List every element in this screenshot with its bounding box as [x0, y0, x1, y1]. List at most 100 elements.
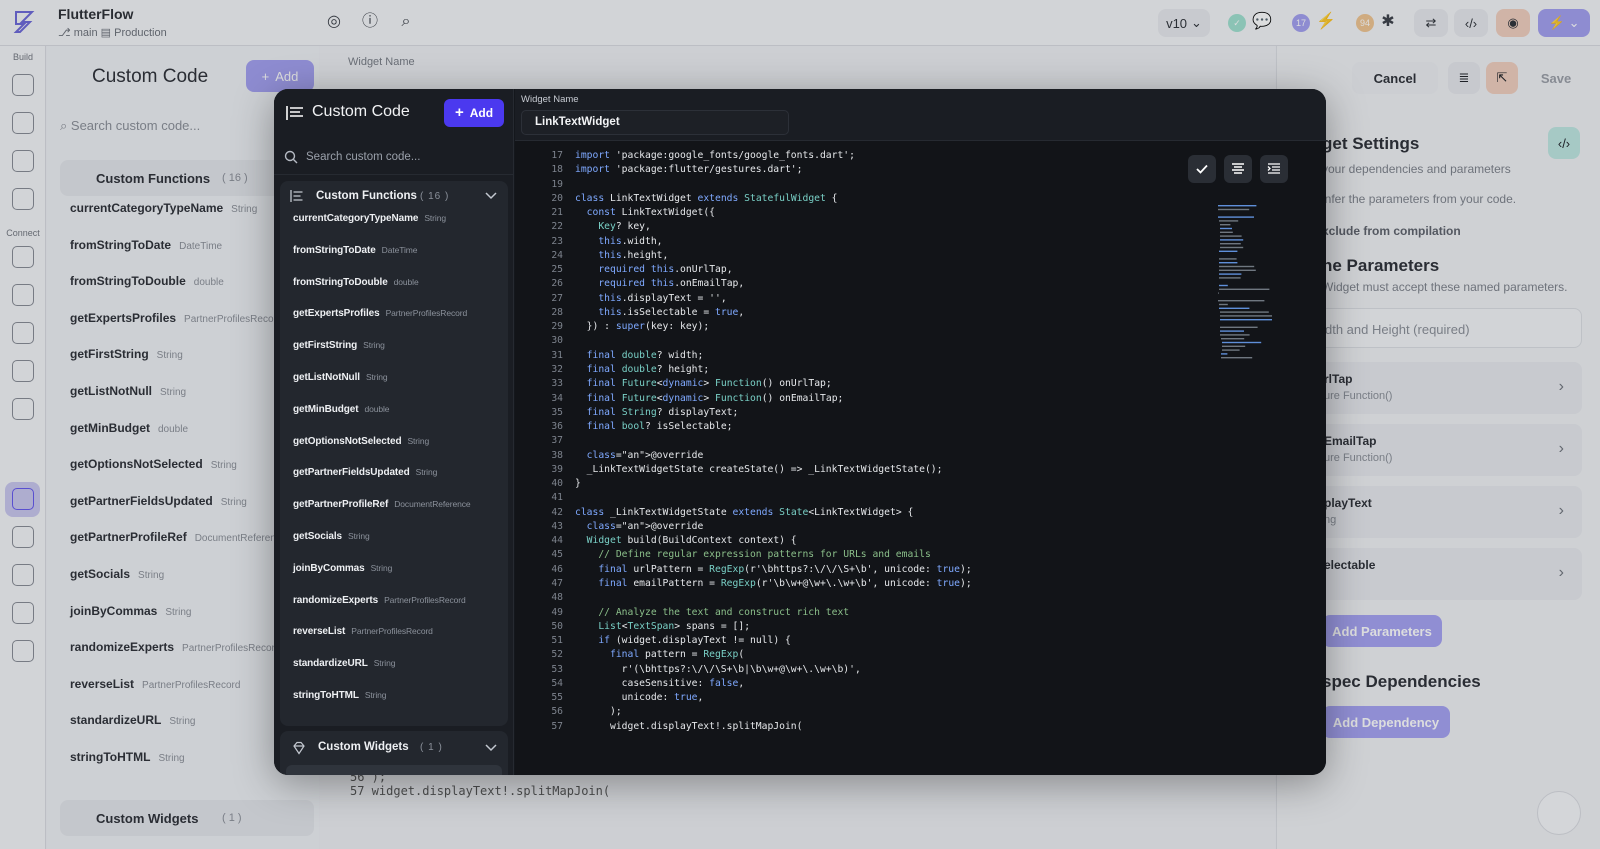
minimap-line: [1219, 262, 1238, 264]
code-line: final Future<dynamic> Function() onUrlTa…: [586, 378, 832, 390]
code-line: this.displayText = '',: [598, 292, 727, 304]
minimap-line: [1220, 224, 1231, 226]
code-line: final emailPattern = RegExp(r'\b\w+@\w+\…: [598, 577, 972, 589]
function-name: stringToHTML: [293, 690, 359, 701]
line-number: 43: [551, 520, 563, 532]
function-name: getExpertsProfiles: [293, 308, 380, 320]
modal-sidebar: Custom Code + Add Search custom code... …: [274, 89, 514, 775]
minimap-line: [1220, 227, 1232, 230]
function-list-item[interactable]: getListNotNull String: [293, 372, 388, 383]
code-line: final double? width;: [586, 349, 704, 361]
minimap-line: [1220, 311, 1269, 313]
function-list-item[interactable]: getSocials String: [293, 531, 370, 542]
widget-list-item-selected[interactable]: [286, 765, 502, 775]
function-list-item[interactable]: getPartnerProfileRef DocumentReference: [293, 499, 471, 510]
function-list-item[interactable]: getFirstString String: [293, 340, 385, 351]
line-number: 40: [551, 478, 563, 490]
function-return-type: String: [365, 372, 388, 382]
function-name: randomizeExperts: [293, 594, 379, 606]
function-list-item[interactable]: fromStringToDouble double: [293, 277, 419, 288]
code-line: final pattern = RegExp(: [610, 649, 745, 661]
code-line: final bool? isSelectable;: [586, 421, 733, 433]
code-content[interactable]: import 'package:google_fonts/google_font…: [575, 149, 1255, 734]
line-number: 36: [551, 421, 563, 433]
chevron-down-icon: [485, 744, 497, 752]
function-return-type: double: [393, 276, 419, 287]
function-list-item[interactable]: getExpertsProfiles PartnerProfilesRecord: [293, 308, 467, 319]
line-number: 30: [551, 335, 563, 347]
minimap-line: [1220, 326, 1258, 328]
diamond-icon: [293, 741, 305, 755]
function-list-item[interactable]: standardizeURL String: [293, 658, 395, 669]
minimap-line: [1219, 250, 1238, 252]
add-button[interactable]: + Add: [444, 99, 504, 127]
custom-functions-header[interactable]: Custom Functions ( 16 ): [280, 181, 508, 211]
check-icon: [1196, 164, 1208, 174]
code-line: _LinkTextWidgetState createState() => _L…: [575, 463, 943, 475]
function-name: getPartnerProfileRef: [293, 499, 389, 511]
line-number: 17: [551, 150, 563, 161]
toggle-outline-button[interactable]: [1260, 155, 1288, 183]
code-line: }: [575, 478, 581, 490]
line-number: 47: [551, 577, 563, 589]
function-list-item[interactable]: currentCategoryTypeName String: [293, 213, 446, 224]
minimap-line: [1219, 265, 1255, 268]
function-return-type: String: [363, 340, 385, 351]
line-number: 56: [551, 706, 563, 718]
minimap-line: [1219, 269, 1256, 271]
function-return-type: String: [415, 467, 438, 478]
function-name: getPartnerFieldsUpdated: [293, 467, 410, 479]
code-line: required this.onUrlTap,: [598, 264, 733, 276]
line-number: 39: [551, 463, 563, 475]
plus-icon: +: [454, 104, 464, 121]
function-name: joinByCommas: [293, 562, 365, 574]
code-line: if (widget.displayText != null) {: [598, 635, 791, 647]
minimap-line: [1220, 334, 1250, 336]
custom-widgets-section[interactable]: Custom Widgets ( 1 ): [280, 731, 508, 775]
line-number: 50: [551, 620, 563, 632]
code-line: this.width,: [598, 235, 663, 247]
line-number: 44: [551, 535, 563, 547]
function-list-item[interactable]: getPartnerFieldsUpdated String: [293, 467, 437, 478]
code-line: // Define regular expression patterns fo…: [575, 549, 931, 561]
function-name: currentCategoryTypeName: [293, 213, 419, 224]
accept-button[interactable]: [1188, 155, 1216, 183]
function-list-item[interactable]: getOptionsNotSelected String: [293, 436, 429, 447]
minimap-line: [1220, 243, 1241, 245]
code-editor[interactable]: 17 18 19 20 21 22 23 24 25 26 27 28 29 30 31 32 33 34 35 36…: [515, 141, 1326, 775]
align-center-icon: [1232, 163, 1244, 174]
code-line: final Future<dynamic> Function() onEmail…: [586, 392, 844, 404]
format-code-button[interactable]: [1224, 155, 1252, 183]
line-number: 54: [551, 677, 563, 689]
function-list-item[interactable]: fromStringToDate DateTime: [293, 245, 418, 256]
function-list-item[interactable]: getMinBudget double: [293, 404, 390, 415]
function-list-item[interactable]: joinByCommas String: [293, 563, 392, 574]
function-list-item[interactable]: reverseList PartnerProfilesRecord: [293, 626, 433, 637]
function-return-type: String: [348, 531, 370, 541]
line-number: 33: [551, 378, 563, 390]
line-number: 35: [551, 406, 563, 418]
minimap-line: [1221, 357, 1253, 359]
function-return-type: String: [370, 562, 393, 573]
code-line: r'(\bhttps?:\/\/\S+\b|\b\w+@\w+\.\w+\b)'…: [575, 663, 861, 675]
code-line: this.isSelectable = true,: [598, 306, 745, 318]
minimap-line: [1219, 307, 1250, 309]
code-line: final String? displayText;: [586, 406, 739, 418]
function-list-item[interactable]: stringToHTML String: [293, 690, 387, 701]
widget-name-input[interactable]: LinkTextWidget: [521, 110, 789, 135]
code-line: caseSensitive: false,: [575, 677, 745, 689]
add-label: Add: [469, 106, 494, 120]
function-return-type: String: [407, 435, 430, 446]
function-name: reverseList: [293, 626, 346, 638]
custom-code-icon: [286, 106, 303, 120]
code-line: class _LinkTextWidgetState extends State…: [575, 506, 914, 518]
line-number: 31: [551, 349, 563, 361]
minimap-line: [1219, 277, 1241, 279]
code-line: Key? key,: [598, 221, 651, 233]
search-input[interactable]: Search custom code...: [274, 141, 514, 175]
search-placeholder: Search custom code...: [306, 151, 421, 163]
minimap-line: [1222, 345, 1246, 347]
function-list-item[interactable]: randomizeExperts PartnerProfilesRecord: [293, 595, 466, 606]
code-minimap[interactable]: [1216, 203, 1276, 363]
